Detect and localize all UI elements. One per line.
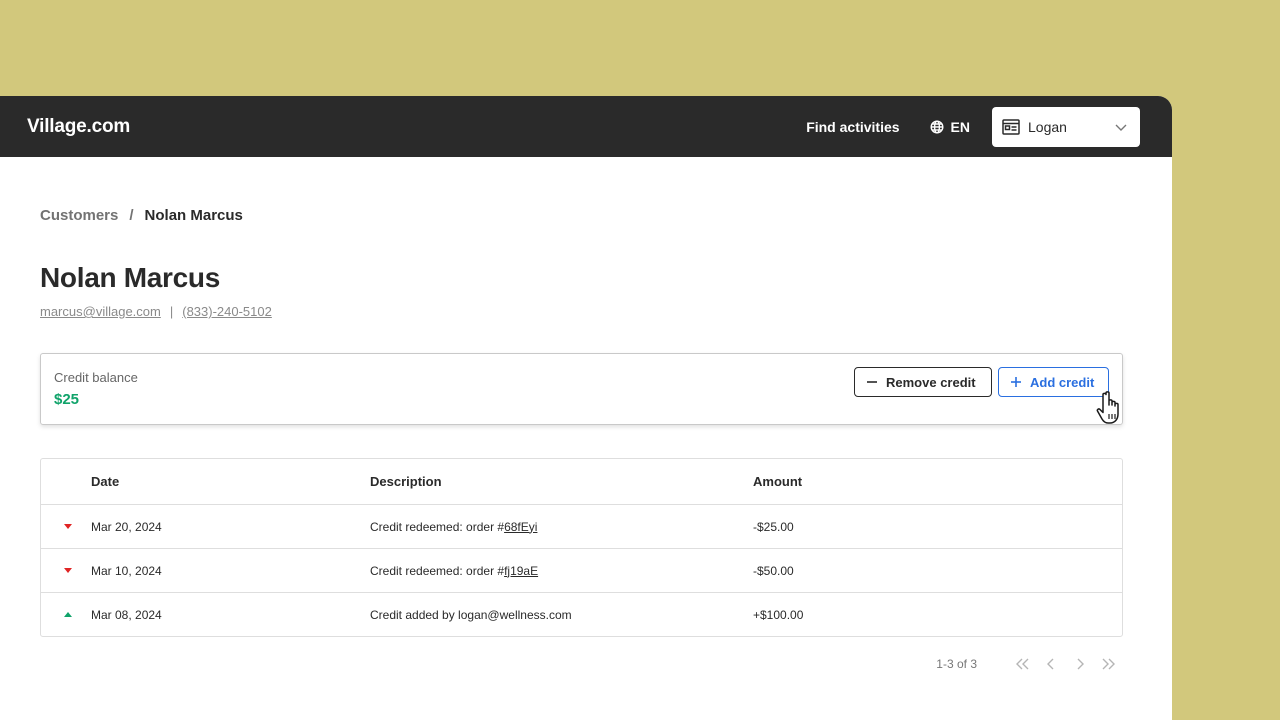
credit-balance-value: $25: [54, 391, 80, 408]
cell-date: Mar 10, 2024: [91, 563, 162, 578]
top-navbar: Village.com Find activities EN Logan: [0, 96, 1172, 157]
table-row: Mar 08, 2024 Credit added by logan@welln…: [41, 592, 1122, 636]
table-header: Date Description Amount: [41, 459, 1122, 504]
chevron-right-icon[interactable]: [1065, 657, 1094, 671]
chevron-left-icon[interactable]: [1036, 657, 1065, 671]
id-card-icon: [1002, 118, 1020, 135]
double-chevron-left-icon[interactable]: [1007, 657, 1036, 671]
main-content: Customers / Nolan Marcus Nolan Marcus ma…: [0, 207, 1172, 671]
column-header-date: Date: [91, 474, 120, 489]
order-link[interactable]: 68fEyi: [504, 520, 537, 534]
globe-icon: [930, 119, 944, 134]
chevron-down-icon: [1114, 122, 1128, 132]
double-chevron-right-icon[interactable]: [1094, 657, 1123, 671]
hand-pointer-icon: [1096, 391, 1119, 424]
contact-info: marcus@village.com | (833)-240-5102: [40, 304, 1132, 319]
account-name: Logan: [1028, 118, 1067, 135]
plus-icon: [1011, 377, 1021, 387]
pagination-info: 1-3 of 3: [936, 657, 977, 671]
remove-credit-label: Remove credit: [886, 374, 976, 390]
table-row: Mar 20, 2024 Credit redeemed: order #68f…: [41, 504, 1122, 548]
cell-amount: -$50.00: [753, 563, 794, 578]
trend-up-icon: [41, 612, 91, 617]
credit-balance-label: Credit balance: [54, 370, 138, 385]
credit-balance-info: Credit balance $25: [54, 370, 138, 408]
add-credit-button[interactable]: Add credit: [998, 367, 1109, 397]
breadcrumb-current: Nolan Marcus: [144, 207, 243, 224]
remove-credit-button[interactable]: Remove credit: [854, 367, 992, 397]
column-header-description: Description: [370, 474, 442, 489]
column-header-amount: Amount: [753, 474, 803, 489]
cell-date: Mar 08, 2024: [91, 607, 162, 622]
trend-down-icon: [41, 524, 91, 529]
logo[interactable]: Village.com: [27, 116, 130, 138]
pagination: 1-3 of 3: [40, 657, 1123, 671]
table-row: Mar 10, 2024 Credit redeemed: order #fj1…: [41, 548, 1122, 592]
minus-icon: [867, 381, 877, 383]
navbar-right: Find activities EN Logan: [806, 106, 1140, 147]
description-text: Credit redeemed: order #: [370, 519, 505, 534]
language-selector[interactable]: EN: [930, 119, 970, 135]
description-text: Credit redeemed: order #: [370, 563, 505, 578]
breadcrumb-separator: /: [129, 207, 134, 224]
order-link[interactable]: fj19aE: [504, 564, 538, 578]
cell-description: Credit added by logan@wellness.com: [370, 608, 753, 622]
breadcrumb: Customers / Nolan Marcus: [40, 207, 1132, 224]
credit-balance-card: Credit balance $25 Remove credit Add cre…: [40, 353, 1123, 425]
language-label: EN: [950, 118, 970, 135]
contact-divider: |: [169, 304, 174, 319]
phone-link[interactable]: (833)-240-5102: [182, 304, 272, 319]
transactions-table: Date Description Amount Mar 20, 2024 Cre…: [40, 458, 1123, 637]
cell-amount: -$25.00: [753, 519, 794, 534]
email-link[interactable]: marcus@village.com: [40, 304, 161, 319]
breadcrumb-customers[interactable]: Customers: [40, 207, 118, 224]
trend-down-icon: [41, 568, 91, 573]
account-dropdown[interactable]: Logan: [992, 106, 1140, 147]
description-text: Credit added by logan@wellness.com: [370, 607, 572, 622]
cell-date: Mar 20, 2024: [91, 519, 162, 534]
app-window: Village.com Find activities EN Logan Cus…: [0, 96, 1172, 720]
page-title: Nolan Marcus: [40, 262, 220, 293]
cell-description: Credit redeemed: order #68fEyi: [370, 520, 753, 534]
cell-description: Credit redeemed: order #fj19aE: [370, 564, 753, 578]
cell-amount: +$100.00: [753, 607, 804, 622]
find-activities-link[interactable]: Find activities: [806, 119, 899, 135]
add-credit-label: Add credit: [1030, 374, 1095, 390]
credit-actions: Remove credit Add credit: [854, 367, 1109, 397]
